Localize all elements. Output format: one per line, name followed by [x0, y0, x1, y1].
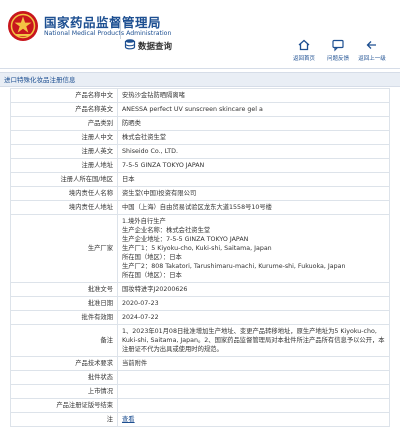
field-label: 批件状态 [10, 370, 118, 385]
table-row: 产品注册证版号结束 [10, 398, 390, 413]
header-divider [120, 17, 121, 39]
table-row: 批件有效期 2024-07-22 [10, 310, 390, 325]
field-label: 注册人英文 [10, 144, 118, 159]
producer-value: 1.境外自行生产 生产企业名称：株式会社资生堂 生产企业地址：7-5-5 GIN… [117, 214, 390, 283]
field-label: 产品名称中文 [10, 88, 118, 103]
feedback-nav[interactable]: 问题反馈 [322, 38, 354, 62]
producer-line: 生产企业名称：株式会社资生堂 [122, 227, 211, 234]
table-row: 批准文号 国妆特进字J20200626 [10, 282, 390, 297]
field-value: 当前附件 [117, 356, 390, 371]
breadcrumb: 进口特殊化妆品注册信息 [0, 72, 400, 87]
field-label: 产品注册证版号结束 [10, 398, 118, 413]
field-label: 批件有效期 [10, 310, 118, 325]
table-row: 境内责任人名称 资生堂(中国)投资有限公司 [10, 186, 390, 201]
field-label: 产品技术要求 [10, 356, 118, 371]
table-row: 产品名称英文 ANESSA perfect UV sunscreen skinca… [10, 102, 390, 117]
field-value [117, 398, 390, 413]
field-label: 注册人地址 [10, 158, 118, 173]
field-label: 产品名称英文 [10, 102, 118, 117]
table-row: 批件状态 [10, 370, 390, 385]
field-label: 批准日期 [10, 296, 118, 311]
home-nav[interactable]: 返回首页 [288, 38, 320, 62]
table-row: 注册人所在国/地区 日本 [10, 172, 390, 187]
field-value: 日本 [117, 172, 390, 187]
table-row: 产品技术要求 当前附件 [10, 356, 390, 371]
producer-line: 所在国（地区）：日本 [122, 254, 182, 261]
database-icon [124, 39, 136, 50]
field-value [117, 370, 390, 385]
data-query-title: 数据查询 [138, 42, 173, 52]
producer-line: 生产厂2：808 Takatori, Tarushimaru-machi, Ku… [122, 263, 346, 270]
field-value: 查看 [117, 412, 390, 427]
field-label: 上市情况 [10, 384, 118, 399]
producer-line: 生产企业地址：7-5-5 GINZA TOKYO JAPAN [122, 236, 249, 243]
table-row: 生产厂家 1.境外自行生产 生产企业名称：株式会社资生堂 生产企业地址：7-5-… [10, 214, 390, 283]
table-row: 注册人英文 Shiseido Co., LTD. [10, 144, 390, 159]
producer-label: 生产厂家 [10, 214, 118, 283]
remark-text: 1、2023年01月08日批准增加生产地址、变更产品转移地址，原生产地址为5 K… [122, 328, 385, 353]
header-rule [0, 68, 400, 69]
table-row: 批准日期 2020-07-23 [10, 296, 390, 311]
home-icon [298, 39, 310, 51]
field-label: 批准文号 [10, 282, 118, 297]
detail-table: 产品名称中文 安热沙金钻防晒隔离啫 产品名称英文 ANESSA perfect UV… [10, 88, 390, 427]
table-row: 产品名称中文 安热沙金钻防晒隔离啫 [10, 88, 390, 103]
back-arrow-icon [366, 41, 376, 49]
table-row: 备注 1、2023年01月08日批准增加生产地址、变更产品转移地址，原生产地址为… [10, 324, 390, 357]
field-label: 境内责任人地址 [10, 200, 118, 215]
field-value: 2020-07-23 [117, 296, 390, 311]
site-header: 国家药品监督管理局 National Medical Products Admi… [0, 0, 400, 69]
field-value [117, 384, 390, 399]
field-value: 资生堂(中国)投资有限公司 [117, 186, 390, 201]
field-label: 产品类别 [10, 116, 118, 131]
home-nav-label: 返回首页 [292, 56, 315, 62]
field-label: 注册人所在国/地区 [10, 172, 118, 187]
site-title-cn: 国家药品监督管理局 [44, 15, 162, 30]
table-row: 产品类别 防晒类 [10, 116, 390, 131]
feedback-icon [332, 39, 344, 52]
field-value: 安热沙金钻防晒隔离啫 [117, 88, 390, 103]
field-label: 注 [10, 412, 118, 427]
field-value: Shiseido Co., LTD. [117, 144, 390, 159]
view-link[interactable]: 查看 [122, 416, 135, 423]
remark-label: 备注 [10, 324, 118, 357]
field-value: 2024-07-22 [117, 310, 390, 325]
back-nav[interactable]: 返回上一级 [356, 38, 388, 62]
field-value: 国妆特进字J20200626 [117, 282, 390, 297]
field-value: 株式会社资生堂 [117, 130, 390, 145]
breadcrumb-label: 进口特殊化妆品注册信息 [4, 76, 76, 84]
table-row: 注册人地址 7-5-5 GINZA TOKYO JAPAN [10, 158, 390, 173]
feedback-nav-label: 问题反馈 [326, 56, 349, 62]
table-row: 上市情况 [10, 384, 390, 399]
field-label: 境内责任人名称 [10, 186, 118, 201]
table-row: 境内责任人地址 中国（上海）自由贸易试验区龙东大道1558号10号楼 [10, 200, 390, 215]
field-label: 注册人中文 [10, 130, 118, 145]
field-value: 防晒类 [117, 116, 390, 131]
producer-line: 1.境外自行生产 [122, 218, 166, 225]
table-row: 注册人中文 株式会社资生堂 [10, 130, 390, 145]
remark-value: 1、2023年01月08日批准增加生产地址、变更产品转移地址，原生产地址为5 K… [117, 324, 390, 357]
national-emblem-icon [8, 11, 38, 41]
site-title-en: National Medical Products Administration [44, 30, 172, 37]
back-nav-label: 返回上一级 [358, 56, 386, 62]
producer-line: 生产厂1：5 Kiyoku-cho, Kuki-shi, Saitama, Ja… [122, 245, 272, 252]
field-value: 中国（上海）自由贸易试验区龙东大道1558号10号楼 [117, 200, 390, 215]
field-value: ANESSA perfect UV sunscreen skincare gel… [117, 102, 390, 117]
table-row: 注查看 [10, 412, 390, 427]
field-value: 7-5-5 GINZA TOKYO JAPAN [117, 158, 390, 173]
producer-line: 所在国（地区）：日本 [122, 272, 182, 279]
